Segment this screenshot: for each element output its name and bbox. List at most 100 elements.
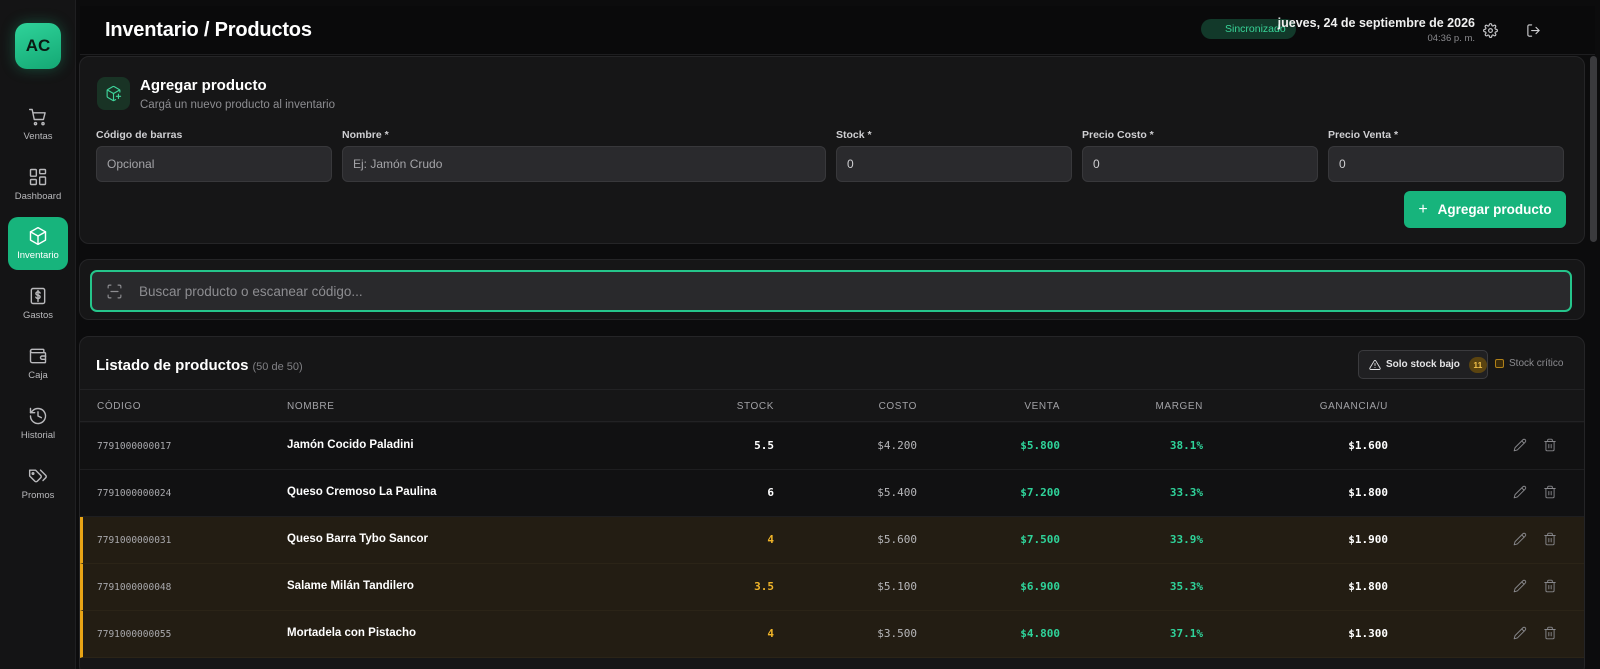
add-product-button-label: Agregar producto [1437, 202, 1552, 217]
cell-margin: 33.9% [1169, 533, 1203, 546]
scan-icon [107, 284, 122, 298]
sidebar-item-label: Historial [20, 430, 56, 441]
settings-gear-icon[interactable] [1480, 20, 1500, 40]
page-title: Inventario / Productos [105, 19, 312, 41]
cell-stock: 4 [767, 533, 774, 546]
delete-trash-icon[interactable] [1543, 532, 1559, 548]
plus-icon: + [1418, 200, 1428, 218]
product-list-card: Listado de productos (50 de 50) Solo stoc… [79, 336, 1585, 669]
package-plus-icon [97, 77, 130, 110]
cell-code: 7791000000024 [97, 488, 172, 499]
cell-sale: $6.900 [1020, 580, 1060, 593]
current-date: jueves, 24 de septiembre de 2026 [1277, 16, 1475, 30]
cell-code: 7791000000048 [97, 582, 172, 593]
warning-icon [1369, 359, 1381, 370]
sidebar-item-inventario[interactable]: Inventario [8, 217, 68, 270]
edit-pencil-icon[interactable] [1513, 485, 1529, 501]
sidebar-item-dashboard[interactable]: Dashboard [8, 158, 68, 211]
cell-profit: $1.800 [1348, 580, 1388, 593]
critical-stock-label: Stock crítico [1509, 358, 1564, 369]
sidebar-item-gastos[interactable]: Gastos [8, 277, 68, 330]
cost-input[interactable]: 0 [1082, 146, 1318, 182]
cell-sale: $4.800 [1020, 627, 1060, 640]
sidebar-item-label: Dashboard [14, 191, 62, 202]
col-header-code: CÓDIGO [97, 401, 142, 412]
edit-pencil-icon[interactable] [1513, 438, 1529, 454]
edit-pencil-icon[interactable] [1513, 532, 1529, 548]
page-scrollbar[interactable] [1590, 56, 1597, 242]
sidebar-item-caja[interactable]: Caja [8, 337, 68, 390]
col-header-stock: STOCK [736, 401, 774, 412]
cell-code: 7791000000055 [97, 629, 172, 640]
cell-stock: 6 [767, 486, 774, 499]
dollar-icon [30, 287, 46, 305]
add-product-card: Agregar producto Cargá un nuevo producto… [79, 56, 1585, 244]
list-count: (50 de 50) [252, 361, 303, 373]
low-stock-count-badge: 11 [1468, 356, 1487, 373]
sidebar-item-ventas[interactable]: Ventas [8, 98, 68, 151]
history-icon [29, 407, 47, 425]
wallet-icon [29, 348, 47, 364]
stock-input[interactable]: 0 [836, 146, 1072, 182]
search-placeholder: Buscar producto o escanear código... [139, 283, 363, 299]
sidebar-item-label: Ventas [23, 131, 53, 142]
add-product-button[interactable]: + Agregar producto [1404, 191, 1566, 228]
delete-trash-icon[interactable] [1543, 438, 1559, 454]
cell-code: 7791000000031 [97, 535, 172, 546]
sidebar-item-historial[interactable]: Historial [8, 397, 68, 450]
cell-name: Mortadela con Pistacho [287, 627, 417, 639]
add-product-title: Agregar producto [140, 77, 267, 94]
barcode-input[interactable]: Opcional [96, 146, 332, 182]
table-row[interactable]: 7791000000024 Queso Cremoso La Paulina 6 $5… [80, 470, 1584, 517]
checkbox-box [1495, 359, 1504, 368]
cell-stock: 3.5 [754, 580, 774, 593]
cell-name: Jamón Cocido Paladini [287, 439, 414, 451]
cell-margin: 35.3% [1169, 580, 1203, 593]
sidebar: AC Ventas Dashboard Inventario Gastos Ca… [0, 0, 76, 669]
cell-profit: $1.900 [1348, 533, 1388, 546]
low-stock-filter-label: Solo stock bajo [1386, 359, 1460, 370]
low-stock-filter-button[interactable]: Solo stock bajo 11 [1358, 350, 1488, 379]
cell-name: Salame Milán Tandilero [287, 580, 414, 592]
delete-trash-icon[interactable] [1543, 626, 1559, 642]
search-input[interactable]: Buscar producto o escanear código... [90, 270, 1572, 312]
name-input[interactable]: Ej: Jamón Crudo [342, 146, 826, 182]
cell-margin: 38.1% [1169, 439, 1203, 452]
add-product-subtitle: Cargá un nuevo producto al inventario [140, 99, 335, 111]
price-input[interactable]: 0 [1328, 146, 1564, 182]
edit-pencil-icon[interactable] [1513, 626, 1529, 642]
critical-stock-checkbox[interactable]: Stock crítico [1495, 358, 1563, 369]
sidebar-item-promos[interactable]: Promos [8, 457, 68, 510]
cell-profit: $1.600 [1348, 439, 1388, 452]
table-row[interactable]: 7791000000048 Salame Milán Tandilero 3.5 $5… [80, 564, 1584, 611]
sidebar-item-label: Promos [21, 490, 55, 501]
logout-icon[interactable] [1523, 20, 1543, 40]
cell-cost: $4.200 [877, 439, 917, 452]
cell-code: 7791000000017 [97, 441, 172, 452]
cell-margin: 37.1% [1169, 627, 1203, 640]
table-header: CÓDIGO NOMBRE STOCK COSTO VENTA MARGEN G… [80, 389, 1584, 422]
sidebar-item-label: Caja [28, 370, 48, 381]
cell-cost: $5.600 [877, 533, 917, 546]
delete-trash-icon[interactable] [1543, 579, 1559, 595]
cost-value: 0 [1093, 157, 1100, 171]
edit-pencil-icon[interactable] [1513, 579, 1529, 595]
table-row[interactable]: 7791000000031 Queso Barra Tybo Sancor 4 $5.… [80, 517, 1584, 564]
cell-profit: $1.300 [1348, 627, 1388, 640]
cell-sale: $7.200 [1020, 486, 1060, 499]
barcode-placeholder: Opcional [107, 157, 155, 171]
table-row[interactable]: 7791000000055 Mortadela con Pistacho 4 $3.5… [80, 611, 1584, 658]
tags-icon [28, 469, 47, 483]
app-logo[interactable]: AC [15, 23, 61, 69]
cell-cost: $5.400 [877, 486, 917, 499]
app-root: AC Ventas Dashboard Inventario Gastos Ca… [0, 0, 1600, 669]
delete-trash-icon[interactable] [1543, 485, 1559, 501]
dashboard-icon [29, 168, 47, 186]
cell-sale: $7.500 [1020, 533, 1060, 546]
table-row[interactable]: 7791000000017 Jamón Cocido Paladini 5.5 $4.… [80, 423, 1584, 470]
cell-margin: 33.3% [1169, 486, 1203, 499]
search-card: Buscar producto o escanear código... [79, 259, 1585, 320]
name-placeholder: Ej: Jamón Crudo [353, 157, 443, 171]
barcode-label: Código de barras [96, 129, 183, 141]
price-label: Precio Venta * [1328, 129, 1399, 141]
